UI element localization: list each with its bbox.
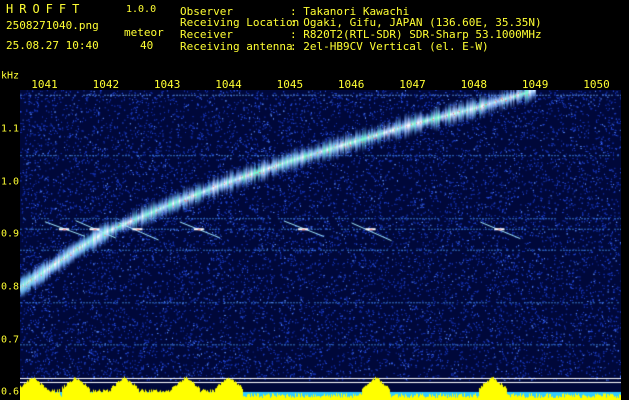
y-tick-label: 0.8 bbox=[1, 281, 20, 293]
y-tick-label: 1.1 bbox=[1, 123, 20, 135]
y-tick-label: 0.9 bbox=[1, 228, 20, 240]
meteor-label: meteor bbox=[124, 26, 164, 39]
date-time: 25.08.27 10:40 bbox=[6, 39, 99, 52]
y-tick-label: 0.7 bbox=[1, 334, 20, 346]
header-panel: HROFFT 1.0.0 2508271040.png meteor 25.08… bbox=[0, 0, 629, 72]
y-axis-unit: kHz bbox=[1, 70, 20, 82]
file-name: 2508271040.png bbox=[6, 19, 99, 32]
y-axis: kHz 0.6 0.7 0.8 0.9 1.0 1.1 bbox=[0, 70, 20, 400]
info-value-antenna: : 2el-HB9CV Vertical (el. E-W) bbox=[290, 40, 489, 53]
right-edge bbox=[621, 78, 629, 400]
app-name: HROFFT bbox=[6, 2, 86, 16]
spectrogram-plot bbox=[20, 90, 621, 400]
meteor-count: 40 bbox=[140, 39, 154, 52]
app-version: 1.0.0 bbox=[126, 4, 157, 15]
x-axis: 1041 1042 1043 1044 1045 1046 1047 1048 1049 1050 bbox=[0, 78, 629, 91]
info-label-antenna: Receiving antenna bbox=[180, 40, 293, 53]
y-tick-label: 0.6 bbox=[1, 386, 20, 398]
y-tick-label: 1.0 bbox=[1, 176, 20, 188]
